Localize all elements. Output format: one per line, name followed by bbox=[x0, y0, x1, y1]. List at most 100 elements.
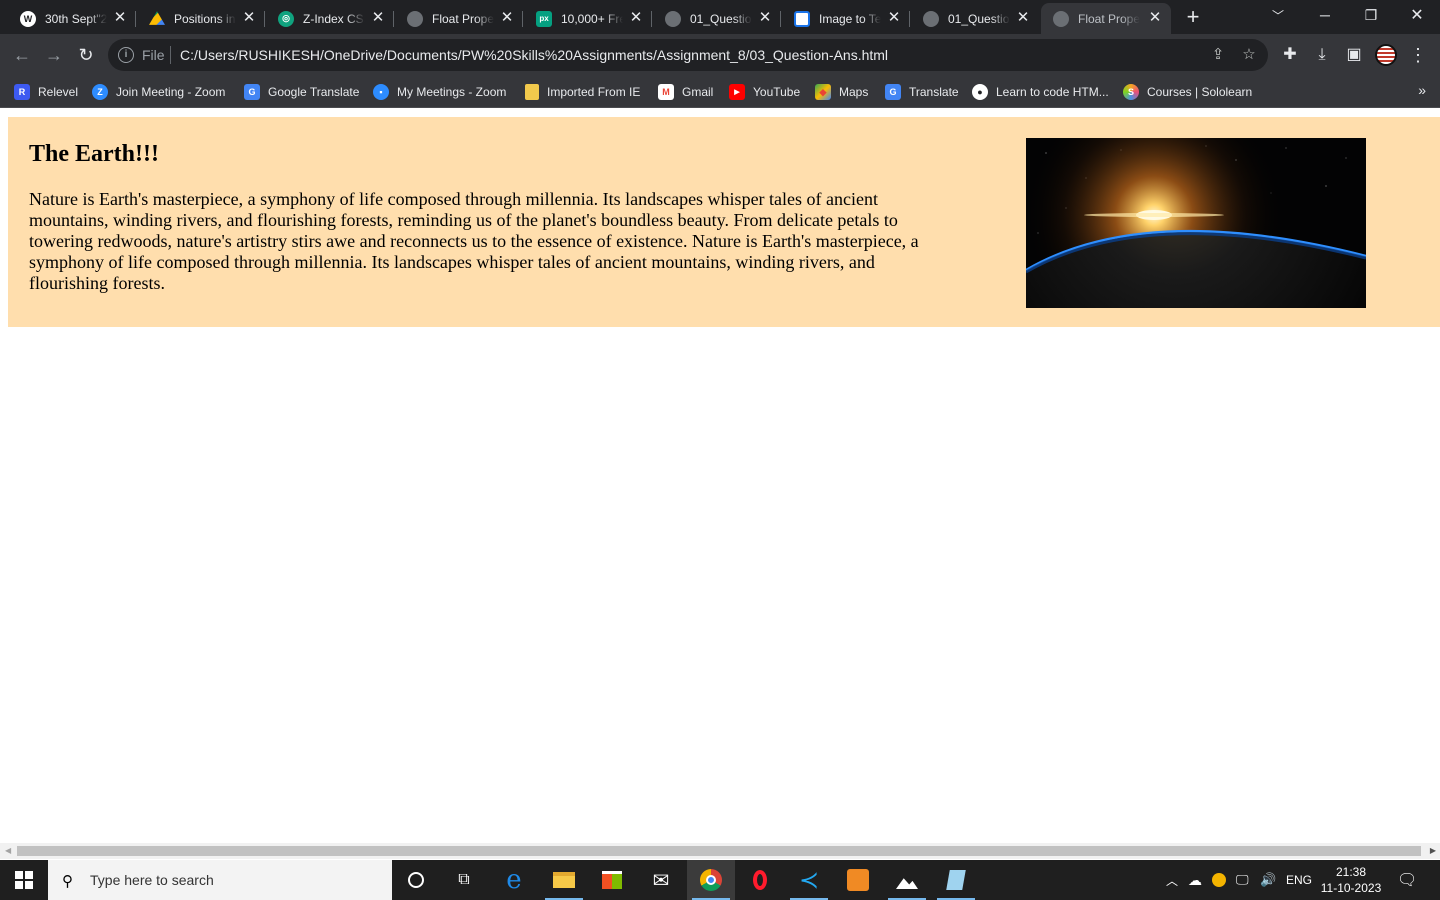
edge-icon[interactable]: e bbox=[490, 860, 538, 900]
bookmark-label: Gmail bbox=[682, 85, 714, 99]
back-arrow-icon[interactable]: ← bbox=[8, 41, 36, 69]
side-panel-icon[interactable]: ▣ bbox=[1342, 43, 1366, 67]
network-icon[interactable]: 🖵 bbox=[1236, 860, 1249, 900]
mail-icon[interactable]: ✉ bbox=[637, 860, 685, 900]
bookmarks-bar: R Relevel Z Join Meeting - Zoom G Google… bbox=[0, 76, 1440, 108]
tab[interactable]: Image to Te ✕ bbox=[782, 3, 910, 34]
page-heading: The Earth!!! bbox=[29, 141, 159, 167]
bookmark-sololearn[interactable]: S Courses | Sololearn bbox=[1123, 82, 1252, 102]
close-tab-icon[interactable]: ✕ bbox=[1147, 10, 1163, 26]
close-tab-icon[interactable]: ✕ bbox=[499, 10, 515, 26]
tab-title: Float Prope bbox=[1078, 11, 1140, 26]
bookmark-join-meeting-zoom[interactable]: Z Join Meeting - Zoom bbox=[92, 82, 225, 102]
bookmark-label: Relevel bbox=[38, 85, 79, 99]
tab-active[interactable]: Float Prope ✕ bbox=[1041, 3, 1171, 34]
show-hidden-icons-chevron-icon[interactable]: ︿ bbox=[1166, 860, 1178, 900]
scrollbar-thumb[interactable] bbox=[17, 846, 1421, 856]
taskbar-search[interactable]: ⚲ Type here to search bbox=[48, 860, 392, 900]
horizontal-scrollbar[interactable]: ◀ ▶ bbox=[0, 843, 1440, 859]
input-language[interactable]: ENG bbox=[1286, 860, 1312, 900]
onedrive-icon[interactable]: ☁ bbox=[1188, 860, 1202, 900]
bookmark-my-meetings-zoom[interactable]: ▪ My Meetings - Zoom bbox=[373, 82, 506, 102]
bookmark-translate[interactable]: G Translate bbox=[885, 82, 959, 102]
tab[interactable]: Float Prope ✕ bbox=[395, 3, 523, 34]
notification-center-icon[interactable]: 🗨 bbox=[1397, 860, 1417, 900]
info-icon[interactable]: i bbox=[118, 47, 134, 63]
earth-image bbox=[1026, 138, 1366, 308]
sublime-icon[interactable] bbox=[834, 860, 882, 900]
system-clock[interactable]: 21:38 11-10-2023 bbox=[1320, 864, 1382, 896]
close-window-button[interactable]: ✕ bbox=[1394, 0, 1440, 30]
bookmark-label: Join Meeting - Zoom bbox=[116, 85, 226, 99]
close-tab-icon[interactable]: ✕ bbox=[370, 10, 386, 26]
zoom-icon: ▪ bbox=[373, 84, 389, 100]
notepad-icon[interactable] bbox=[932, 860, 980, 900]
tab-title: Positions in bbox=[174, 11, 236, 26]
clock-time: 21:38 bbox=[1335, 865, 1367, 879]
bookmark-google-translate[interactable]: G Google Translate bbox=[244, 82, 359, 102]
earth-sunrise-picture bbox=[1026, 138, 1366, 308]
reload-icon[interactable]: ↻ bbox=[72, 41, 100, 69]
close-tab-icon[interactable]: ✕ bbox=[757, 10, 773, 26]
globe-icon bbox=[1053, 10, 1069, 27]
tab[interactable]: 01_Questio ✕ bbox=[653, 3, 781, 34]
page-viewport: The Earth!!! Nature is Earth's masterpie… bbox=[0, 109, 1440, 843]
menu-kebab-icon[interactable]: ⋮ bbox=[1406, 43, 1430, 67]
cortana-icon[interactable] bbox=[392, 860, 440, 900]
translate-icon: G bbox=[885, 84, 901, 100]
url-scheme: File bbox=[142, 47, 165, 63]
photos-icon[interactable] bbox=[883, 860, 931, 900]
opera-icon[interactable] bbox=[736, 860, 784, 900]
bookmark-folder-imported-from-ie[interactable]: Imported From IE bbox=[525, 82, 640, 102]
bookmark-maps[interactable]: ◆ Maps bbox=[815, 82, 868, 102]
scroll-right-arrow-icon[interactable]: ▶ bbox=[1430, 846, 1436, 855]
close-tab-icon[interactable]: ✕ bbox=[241, 10, 257, 26]
relevel-icon: R bbox=[14, 84, 30, 100]
url-text[interactable]: C:/Users/RUSHIKESH/OneDrive/Documents/PW… bbox=[180, 47, 888, 63]
tab-title: Float Prope bbox=[432, 11, 494, 26]
bookmark-star-icon[interactable]: ☆ bbox=[1239, 45, 1259, 65]
bookmark-gmail[interactable]: M Gmail bbox=[658, 82, 713, 102]
globe-icon bbox=[665, 10, 681, 27]
bookmark-relevel[interactable]: R Relevel bbox=[14, 82, 78, 102]
tab[interactable]: px 10,000+ Fre ✕ bbox=[524, 3, 652, 34]
tab[interactable]: 01_Questio ✕ bbox=[911, 3, 1039, 34]
tab-title: 10,000+ Fre bbox=[561, 11, 623, 26]
image-to-text-icon bbox=[794, 10, 810, 27]
close-tab-icon[interactable]: ✕ bbox=[628, 10, 644, 26]
close-tab-icon[interactable]: ✕ bbox=[1015, 10, 1031, 26]
close-tab-icon[interactable]: ✕ bbox=[112, 10, 128, 26]
address-bar[interactable]: i File C:/Users/RUSHIKESH/OneDrive/Docum… bbox=[108, 39, 1268, 71]
scroll-left-arrow-icon[interactable]: ◀ bbox=[5, 846, 11, 855]
security-shield-icon[interactable] bbox=[1212, 860, 1226, 900]
task-view-icon[interactable]: ⧉ bbox=[440, 860, 488, 900]
tab[interactable]: ◎ Z-Index CSS ✕ bbox=[266, 3, 394, 34]
extensions-puzzle-icon[interactable]: ✚ bbox=[1278, 43, 1302, 67]
tab-title: 30th Sept"2 bbox=[45, 11, 107, 26]
tab[interactable]: Positions in ✕ bbox=[137, 3, 265, 34]
download-icon[interactable]: ⤓ bbox=[1310, 43, 1334, 67]
windows-logo-icon bbox=[15, 871, 33, 889]
file-explorer-icon[interactable] bbox=[540, 860, 588, 900]
bookmark-youtube[interactable]: ▶ YouTube bbox=[729, 82, 800, 102]
start-button[interactable] bbox=[0, 860, 48, 900]
translate-icon: G bbox=[244, 84, 260, 100]
bookmark-label: Maps bbox=[839, 85, 869, 99]
store-icon[interactable] bbox=[588, 860, 636, 900]
more-bookmarks-chevron-icon[interactable]: » bbox=[1418, 82, 1426, 98]
volume-icon[interactable]: 🔊 bbox=[1260, 860, 1276, 900]
bookmark-learn-to-code[interactable]: ● Learn to code HTM... bbox=[972, 82, 1109, 102]
freecodecamp-icon: ● bbox=[972, 84, 988, 100]
vscode-icon[interactable]: ≺ bbox=[785, 860, 833, 900]
forward-arrow-icon[interactable]: → bbox=[40, 41, 68, 69]
minimize-button[interactable]: ─ bbox=[1302, 0, 1348, 30]
close-tab-icon[interactable]: ✕ bbox=[886, 10, 902, 26]
chrome-icon[interactable] bbox=[687, 860, 735, 900]
new-tab-button[interactable]: + bbox=[1170, 2, 1216, 32]
restore-button[interactable]: ❐ bbox=[1348, 0, 1394, 30]
tab-strip: W 30th Sept"2 ✕ Positions in ✕ ◎ Z-Index… bbox=[0, 0, 1440, 34]
tab-search-chevron-icon[interactable]: ﹀ bbox=[1255, 0, 1301, 30]
tab[interactable]: W 30th Sept"2 ✕ bbox=[8, 3, 136, 34]
profile-avatar[interactable] bbox=[1374, 43, 1398, 67]
share-icon[interactable]: ⇪ bbox=[1208, 45, 1228, 65]
